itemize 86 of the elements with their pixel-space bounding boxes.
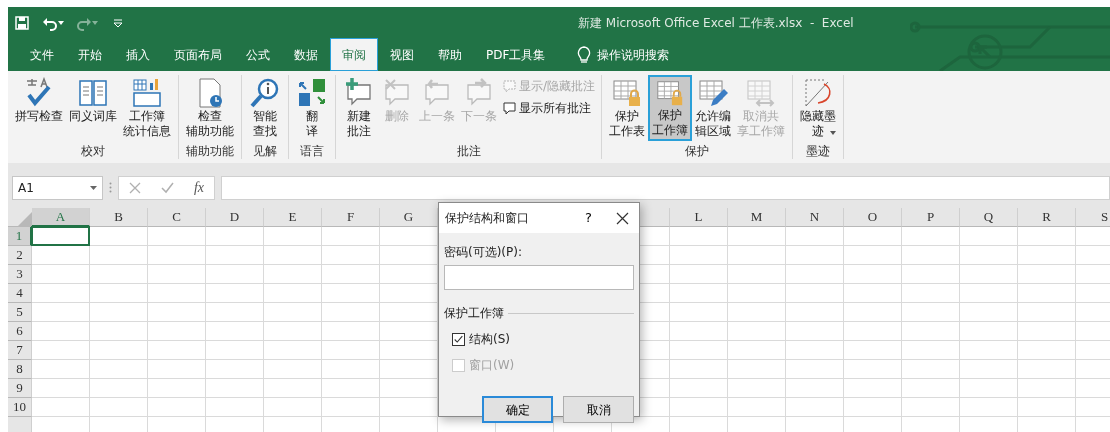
- ribbon-button[interactable]: 隐藏墨 迹: [797, 75, 840, 141]
- ribbon-tab[interactable]: 视图: [378, 38, 426, 71]
- ribbon-tab[interactable]: 页面布局: [162, 38, 234, 71]
- comment-icon: [502, 101, 516, 115]
- group-label: 校对: [80, 143, 106, 159]
- row-header[interactable]: 3: [8, 265, 32, 284]
- column-header[interactable]: S: [1076, 208, 1110, 227]
- group-label: 保护工作簿: [444, 305, 504, 322]
- column-header[interactable]: F: [322, 208, 380, 227]
- checkbox-label: 结构(S): [469, 331, 510, 348]
- column-header[interactable]: D: [206, 208, 264, 227]
- save-icon: [14, 14, 30, 31]
- row-header[interactable]: 9: [8, 379, 32, 398]
- help-button[interactable]: ?: [577, 208, 600, 228]
- group-label: 墨迹: [805, 143, 832, 159]
- ribbon-button[interactable]: 拼写检查: [12, 75, 66, 141]
- ribbon-tab[interactable]: 插入: [114, 38, 162, 71]
- search-icon: [249, 77, 281, 109]
- column-header[interactable]: P: [902, 208, 960, 227]
- row-header[interactable]: 6: [8, 322, 32, 341]
- row-header[interactable]: 2: [8, 246, 32, 265]
- active-cell[interactable]: [31, 226, 90, 246]
- window-title: 新建 Microsoft Office Excel 工作表.xlsx - Excel: [578, 14, 854, 32]
- dialog-button[interactable]: 确定: [482, 396, 553, 423]
- column-header[interactable]: G: [380, 208, 438, 227]
- close-icon: [128, 181, 141, 194]
- dropdown-caret-icon: [830, 131, 837, 135]
- ribbon-tab[interactable]: 数据: [282, 38, 330, 71]
- ribbon-button[interactable]: 工作簿 统计信息: [120, 75, 174, 141]
- ribbon-tab[interactable]: 帮助: [426, 38, 474, 71]
- ribbon-tab[interactable]: 审阅: [330, 38, 378, 71]
- group-label: 批注: [455, 143, 482, 159]
- column-header[interactable]: E: [264, 208, 322, 227]
- comment-icon: [502, 79, 516, 93]
- column-header[interactable]: N: [786, 208, 844, 227]
- password-field[interactable]: [444, 265, 634, 290]
- row-header[interactable]: 5: [8, 303, 32, 322]
- book-icon: [77, 77, 109, 109]
- column-header[interactable]: L: [670, 208, 728, 227]
- ribbon-tab[interactable]: PDF工具集: [474, 38, 558, 71]
- sheet-pencil-icon: [697, 77, 730, 109]
- row-header[interactable]: 7: [8, 341, 32, 360]
- column-header[interactable]: Q: [960, 208, 1018, 227]
- column-header[interactable]: C: [148, 208, 206, 227]
- formula-field[interactable]: [221, 175, 1110, 200]
- checkbox[interactable]: [452, 332, 465, 346]
- group-label: 见解: [252, 143, 278, 159]
- ribbon-button[interactable]: 保护 工作簿: [648, 75, 693, 141]
- close-icon: [616, 211, 629, 225]
- dialog-title: 保护结构和窗口: [445, 210, 530, 227]
- ribbon-button[interactable]: 同义词库: [66, 75, 120, 141]
- ribbon-button[interactable]: 保护 工作表: [606, 75, 649, 141]
- check-icon: [160, 181, 174, 194]
- ribbon-tab[interactable]: 公式: [234, 38, 282, 71]
- dropdown-caret-icon: [58, 20, 64, 25]
- insert-function-button[interactable]: fx: [193, 177, 204, 198]
- column-header[interactable]: O: [844, 208, 902, 227]
- dropdown-caret-icon: [90, 185, 97, 190]
- group-label: 辅助功能: [185, 143, 235, 159]
- row-header[interactable]: 8: [8, 360, 32, 379]
- name-box[interactable]: A1: [12, 175, 103, 200]
- group-label: 语言: [299, 143, 325, 159]
- password-label: 密码(可选)(P):: [444, 244, 523, 261]
- column-header[interactable]: R: [1018, 208, 1076, 227]
- row-header[interactable]: 1: [8, 227, 32, 246]
- table-chart-icon: [131, 77, 163, 109]
- ribbon-button[interactable]: 新建 批注: [340, 75, 378, 141]
- row-header[interactable]: 10: [8, 398, 32, 417]
- grip-icon: [109, 182, 112, 193]
- dropdown-caret-icon: [92, 20, 98, 25]
- ribbon-tab[interactable]: 文件: [18, 38, 66, 71]
- checkbox-label: 窗口(W): [469, 357, 515, 374]
- column-header[interactable]: M: [728, 208, 786, 227]
- ribbon-button[interactable]: 翻 译: [293, 75, 331, 141]
- ribbon-tab[interactable]: 开始: [66, 38, 114, 71]
- ribbon-button[interactable]: 检查 辅助功能: [183, 75, 237, 141]
- row-header[interactable]: 4: [8, 284, 32, 303]
- column-header[interactable]: B: [90, 208, 148, 227]
- tell-me-search[interactable]: 操作说明搜索: [571, 44, 676, 65]
- ribbon-button[interactable]: 智能 查找: [246, 75, 284, 141]
- ribbon-button[interactable]: 允许编 辑区域: [692, 75, 735, 141]
- translate-icon: [296, 77, 328, 109]
- group-label: 保护: [684, 143, 711, 159]
- ribbon-button[interactable]: 显示所有批注: [500, 99, 598, 117]
- dialog-button[interactable]: 取消: [563, 396, 634, 423]
- lightbulb-icon: [577, 45, 592, 64]
